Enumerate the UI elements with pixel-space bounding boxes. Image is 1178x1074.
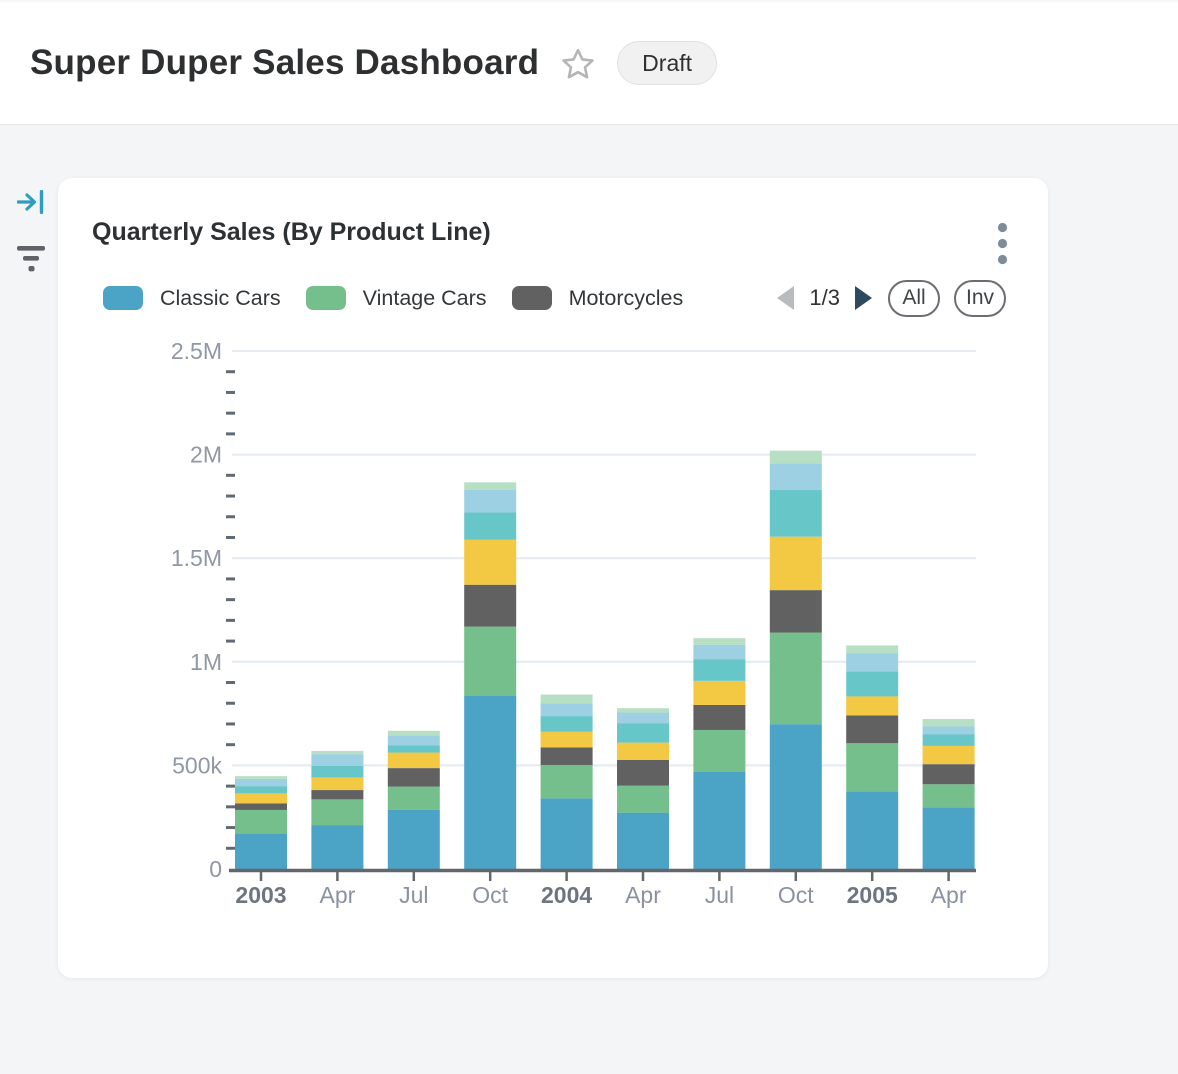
bar-segment[interactable] — [923, 734, 975, 746]
bar-segment[interactable] — [617, 813, 669, 869]
bar-segment[interactable] — [464, 482, 516, 489]
bar-segment[interactable] — [311, 777, 363, 790]
bar-segment[interactable] — [311, 766, 363, 778]
bar-segment[interactable] — [235, 833, 287, 869]
bar-segment[interactable] — [388, 736, 440, 746]
x-tick-label: Oct — [778, 882, 814, 908]
bar-segment[interactable] — [311, 751, 363, 754]
bar-segment[interactable] — [617, 723, 669, 742]
status-badge: Draft — [617, 41, 717, 85]
page-title: Super Duper Sales Dashboard — [30, 43, 539, 83]
bar-segment[interactable] — [846, 645, 898, 653]
filter-button[interactable] — [16, 246, 46, 273]
stacked-bar-chart: 0 500k 1M 1.5M 2M 2.5M 2003 Apr Jul Oct 2004 Apr Jul… — [58, 178, 1048, 978]
bar-segment[interactable] — [235, 779, 287, 786]
bar-segment[interactable] — [464, 585, 516, 627]
y-tick-label: 1.5M — [171, 545, 222, 571]
bar-segment[interactable] — [388, 731, 440, 736]
filter-lines-icon — [16, 246, 46, 273]
bar-segment[interactable] — [388, 768, 440, 786]
bar-segment[interactable] — [388, 753, 440, 769]
bar-segment[interactable] — [388, 787, 440, 810]
bar-segment[interactable] — [541, 798, 593, 869]
bar-segment[interactable] — [923, 719, 975, 726]
x-tick-label: Apr — [320, 882, 356, 908]
bar-segment[interactable] — [923, 746, 975, 764]
bar-segment[interactable] — [617, 786, 669, 813]
y-tick-label: 1M — [190, 649, 222, 675]
bar-segment[interactable] — [541, 747, 593, 765]
bar-segment[interactable] — [617, 760, 669, 786]
bar-segment[interactable] — [846, 791, 898, 869]
bar-segment[interactable] — [693, 705, 745, 730]
bar-segment[interactable] — [541, 695, 593, 704]
bar-segment[interactable] — [311, 754, 363, 766]
star-icon — [561, 47, 595, 80]
bar-segment[interactable] — [541, 703, 593, 716]
chart-card: Quarterly Sales (By Product Line) Classi… — [58, 178, 1048, 978]
x-tick-label: Apr — [625, 882, 661, 908]
bar-segment[interactable] — [541, 732, 593, 748]
bar-segment[interactable] — [770, 537, 822, 590]
bar-segment[interactable] — [693, 645, 745, 659]
bar-segment[interactable] — [693, 772, 745, 869]
y-tick-label: 500k — [172, 752, 222, 778]
bar-segment[interactable] — [235, 776, 287, 779]
bar-segment[interactable] — [541, 716, 593, 732]
bar-segment[interactable] — [464, 627, 516, 696]
x-tick-label: Apr — [931, 882, 967, 908]
bar-segment[interactable] — [235, 786, 287, 793]
favorite-button[interactable] — [561, 47, 595, 80]
x-tick-label: 2003 — [235, 882, 286, 908]
bar-segment[interactable] — [846, 715, 898, 743]
bar-segment[interactable] — [770, 724, 822, 869]
bar-segment[interactable] — [617, 743, 669, 760]
bar-segment[interactable] — [846, 653, 898, 671]
y-tick-label: 0 — [209, 856, 222, 882]
bar-segment[interactable] — [311, 799, 363, 825]
bar-segment[interactable] — [464, 540, 516, 585]
x-tick-label: Jul — [399, 882, 428, 908]
bar-segment[interactable] — [770, 451, 822, 464]
y-tick-label: 2.5M — [171, 338, 222, 364]
side-toolbar — [13, 190, 49, 273]
bar-segment[interactable] — [770, 463, 822, 490]
bar-segment[interactable] — [388, 746, 440, 753]
bar-segment[interactable] — [770, 490, 822, 537]
bar-segment[interactable] — [311, 790, 363, 799]
bar-segment[interactable] — [846, 743, 898, 791]
bar-segment[interactable] — [617, 708, 669, 712]
bar-segment[interactable] — [464, 512, 516, 539]
arrow-to-bar-icon — [17, 190, 45, 214]
bar-segment[interactable] — [923, 764, 975, 784]
y-tick-label: 2M — [190, 442, 222, 468]
bar-segment[interactable] — [235, 793, 287, 803]
bar-segment[interactable] — [235, 810, 287, 833]
bar-segment[interactable] — [311, 825, 363, 869]
bar-segment[interactable] — [770, 633, 822, 725]
page-header: Super Duper Sales Dashboard Draft — [0, 0, 1178, 125]
bar-segment[interactable] — [617, 713, 669, 724]
bar-segment[interactable] — [464, 490, 516, 513]
bar-segment[interactable] — [923, 784, 975, 807]
bar-segment[interactable] — [846, 671, 898, 696]
bar-segment[interactable] — [693, 730, 745, 772]
x-tick-label: 2004 — [541, 882, 592, 908]
bar-segment[interactable] — [923, 726, 975, 734]
bar-segment[interactable] — [846, 696, 898, 715]
bar-segment[interactable] — [388, 810, 440, 869]
expand-sidebar-button[interactable] — [17, 190, 45, 214]
bar-segment[interactable] — [464, 696, 516, 869]
bar-segment[interactable] — [770, 590, 822, 632]
bar-segment[interactable] — [693, 659, 745, 681]
bar-segment[interactable] — [693, 638, 745, 645]
bar-segment[interactable] — [923, 807, 975, 869]
bar-segment[interactable] — [693, 681, 745, 705]
bar-segment[interactable] — [235, 803, 287, 810]
x-tick-label: 2005 — [847, 882, 898, 908]
x-tick-label: Jul — [705, 882, 734, 908]
x-tick-label: Oct — [472, 882, 508, 908]
bar-segment[interactable] — [541, 765, 593, 798]
